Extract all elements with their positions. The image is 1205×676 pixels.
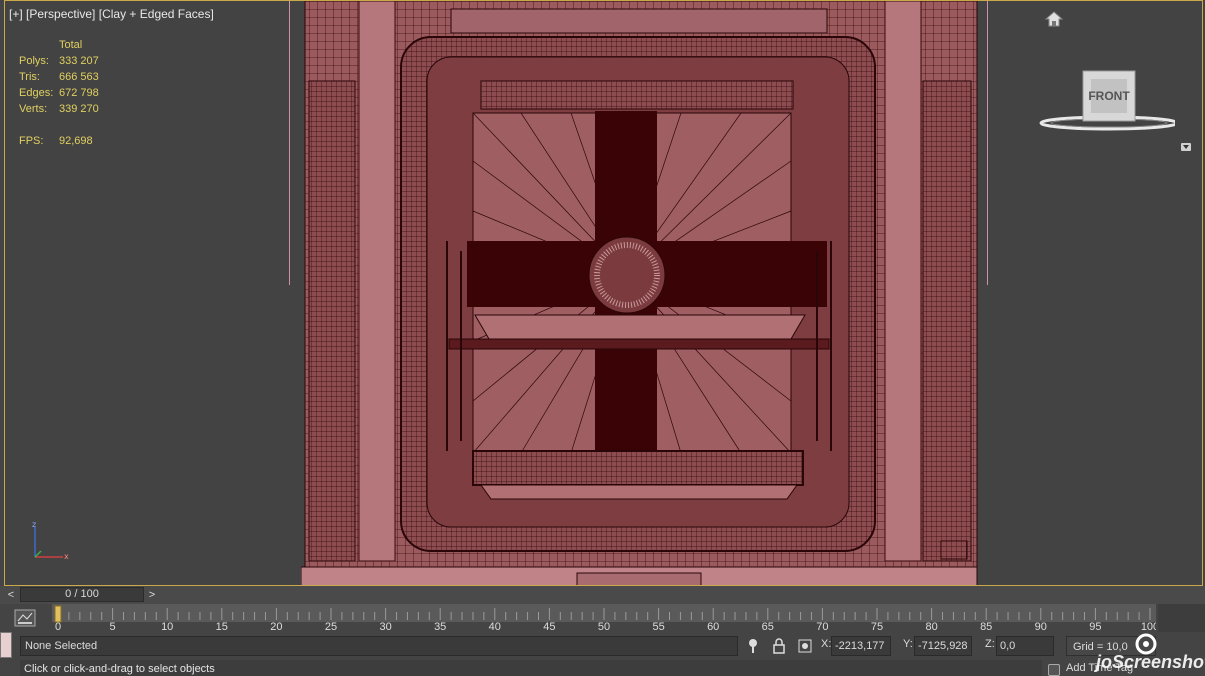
stats-value: 333 207 xyxy=(59,55,99,67)
track-tick-label: 25 xyxy=(325,621,337,632)
track-bar-end xyxy=(1158,604,1205,632)
stats-header: Total xyxy=(59,39,83,51)
selection-lock-icon[interactable] xyxy=(772,638,786,654)
guide-line-right xyxy=(987,1,988,285)
track-tick-label: 70 xyxy=(816,621,828,632)
oven-model-wireframe[interactable] xyxy=(301,1,981,586)
y-coord-field[interactable]: -7125,928 xyxy=(914,636,972,656)
previous-frame-button[interactable]: < xyxy=(4,588,18,602)
stats-key: Verts: xyxy=(19,103,48,115)
isolate-selection-icon[interactable] xyxy=(746,638,760,654)
fps-value: 92,698 xyxy=(59,135,93,147)
track-tick-label: 65 xyxy=(762,621,774,632)
maxscript-listener-mini[interactable] xyxy=(0,632,12,658)
current-frame-marker xyxy=(54,605,62,623)
app-window: [+] [Perspective] [Clay + Edged Faces] T… xyxy=(0,0,1205,676)
watermark-text: joScreenshot xyxy=(1096,652,1205,672)
stats-row: Edges: 672 798 xyxy=(19,85,139,101)
track-tick-label: 5 xyxy=(110,621,116,632)
track-tick-label: 80 xyxy=(925,621,937,632)
time-slider: < 0 / 100 > xyxy=(0,586,1205,604)
fps-key: FPS: xyxy=(19,135,44,147)
stats-value: 672 798 xyxy=(59,87,99,99)
track-tick-label: 15 xyxy=(216,621,228,632)
y-coord-label: Y: xyxy=(903,638,913,650)
viewport-shading-menu[interactable]: [Clay + Edged Faces] xyxy=(99,7,214,21)
stats-key: Edges: xyxy=(19,87,54,99)
stats-row: Verts: 339 270 xyxy=(19,101,139,117)
viewport-menu-plus[interactable]: [+] xyxy=(9,7,23,21)
next-frame-button[interactable]: > xyxy=(145,588,159,602)
track-tick-label: 20 xyxy=(270,621,282,632)
svg-text:x: x xyxy=(64,552,69,561)
viewport-view-menu[interactable]: [Perspective] xyxy=(26,7,95,21)
fps-row: FPS: 92,698 xyxy=(19,133,139,149)
track-tick-label: 0 xyxy=(55,621,61,632)
time-tag-icon[interactable] xyxy=(1048,664,1060,676)
home-icon[interactable] xyxy=(1045,11,1063,27)
track-bar[interactable]: 0 5 10 15 20 25 30 35 40 45 50 55 60 65 70 75 80 85 90 95 10… xyxy=(0,604,1205,632)
track-tick-label: 90 xyxy=(1035,621,1047,632)
track-tick-label: 100 xyxy=(1141,621,1156,632)
guide-line-left xyxy=(289,1,290,285)
status-bar: None Selected Click or click-and-drag to… xyxy=(0,632,1205,676)
time-slider-thumb[interactable]: 0 / 100 xyxy=(20,587,144,602)
stats-key: Tris: xyxy=(19,71,40,83)
z-coord-field[interactable]: 0,0 xyxy=(996,636,1054,656)
x-coord-label: X: xyxy=(821,638,832,650)
open-mini-curve-editor-icon[interactable] xyxy=(14,609,36,627)
viewcube-menu-icon[interactable] xyxy=(1181,143,1191,151)
track-tick-label: 95 xyxy=(1089,621,1101,632)
svg-text:z: z xyxy=(32,520,36,529)
prompt-line: Click or click-and-drag to select object… xyxy=(20,660,1042,676)
statistics-overlay: Total Polys: 333 207 Tris: 666 563 Edges: 6… xyxy=(19,37,139,149)
track-tick-label: 75 xyxy=(871,621,883,632)
x-coord-field[interactable]: -2213,177 xyxy=(831,636,891,656)
absolute-mode-transform-icon[interactable] xyxy=(798,638,812,654)
z-coord-label: Z: xyxy=(985,638,995,650)
viewcube-face-front[interactable]: FRONT xyxy=(1083,89,1135,103)
track-tick-label: 55 xyxy=(652,621,664,632)
track-ruler[interactable]: 0 5 10 15 20 25 30 35 40 45 50 55 60 65 70 75 80 85 90 95 10… xyxy=(52,604,1156,632)
track-tick-label: 45 xyxy=(543,621,555,632)
viewcube[interactable]: FRONT xyxy=(1035,65,1179,137)
stats-row: Tris: 666 563 xyxy=(19,69,139,85)
selection-status-field: None Selected xyxy=(20,636,738,656)
stats-value: 666 563 xyxy=(59,71,99,83)
track-tick-label: 10 xyxy=(161,621,173,632)
track-tick-label: 85 xyxy=(980,621,992,632)
stats-row: Polys: 333 207 xyxy=(19,53,139,69)
track-tick-label: 40 xyxy=(489,621,501,632)
stats-value: 339 270 xyxy=(59,103,99,115)
track-tick-label: 50 xyxy=(598,621,610,632)
stats-key: Polys: xyxy=(19,55,49,67)
perspective-viewport[interactable]: [+] [Perspective] [Clay + Edged Faces] T… xyxy=(4,0,1203,586)
track-tick-label: 35 xyxy=(434,621,446,632)
track-tick-label: 30 xyxy=(379,621,391,632)
axis-tripod-icon: z x xyxy=(32,520,69,561)
viewport-label: [+] [Perspective] [Clay + Edged Faces] xyxy=(9,7,214,21)
track-tick-label: 60 xyxy=(707,621,719,632)
